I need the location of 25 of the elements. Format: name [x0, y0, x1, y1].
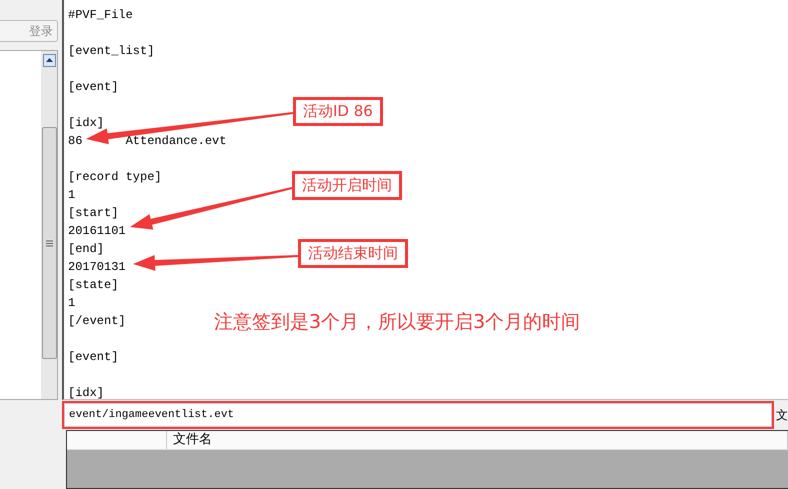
path-field[interactable]: event/ingameeventlist.evt	[64, 403, 772, 427]
code-line: [idx]	[68, 385, 104, 399]
code-line: [event]	[68, 79, 118, 96]
scroll-up-icon[interactable]	[42, 54, 56, 67]
code-line: 20170131	[68, 259, 126, 276]
code-line: [record type]	[68, 169, 162, 186]
code-line: #PVF_File	[68, 7, 133, 24]
code-line: 20161101	[68, 223, 126, 240]
scroll-thumb[interactable]	[42, 127, 56, 359]
code-line: 1	[68, 187, 76, 204]
code-line: [/event]	[68, 313, 126, 330]
code-line: 1	[68, 295, 76, 312]
code-line: [event_list]	[68, 43, 154, 60]
code-line: [end]	[68, 241, 104, 258]
annotation-label: 活动开启时间	[292, 171, 402, 200]
annotation-label: 活动结束时间	[298, 239, 408, 268]
code-line: [idx]	[68, 115, 104, 132]
scrollbar[interactable]	[41, 51, 57, 399]
annotation-note: 注意签到是3个月，所以要开启3个月的时间	[214, 310, 580, 335]
code-line: 86 Attendance.evt	[68, 133, 226, 150]
code-line: [event]	[68, 349, 118, 366]
code-line: [start]	[68, 205, 118, 222]
annotation-label: 活动ID 86	[293, 97, 383, 126]
code-line: [state]	[68, 277, 118, 294]
side-label: 文	[776, 408, 788, 422]
